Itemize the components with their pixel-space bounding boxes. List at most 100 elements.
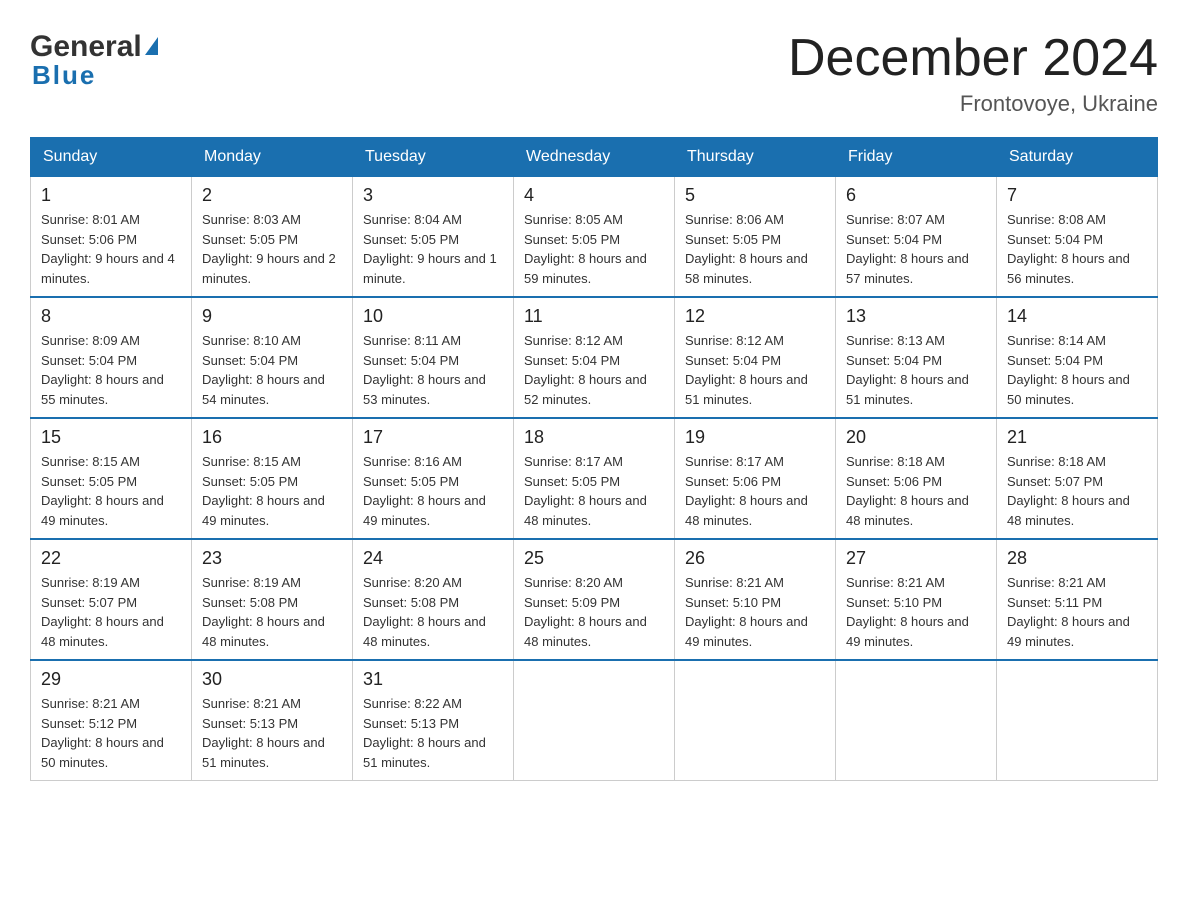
col-monday: Monday — [192, 138, 353, 177]
page-header: General Blue December 2024 Frontovoye, U… — [30, 30, 1158, 117]
day-number: 27 — [846, 548, 986, 569]
day-info: Sunrise: 8:13 AM Sunset: 5:04 PM Dayligh… — [846, 331, 986, 409]
calendar-week-row: 22 Sunrise: 8:19 AM Sunset: 5:07 PM Dayl… — [31, 539, 1158, 660]
day-info: Sunrise: 8:19 AM Sunset: 5:08 PM Dayligh… — [202, 573, 342, 651]
day-info: Sunrise: 8:21 AM Sunset: 5:10 PM Dayligh… — [685, 573, 825, 651]
day-number: 30 — [202, 669, 342, 690]
day-info: Sunrise: 8:15 AM Sunset: 5:05 PM Dayligh… — [202, 452, 342, 530]
day-info: Sunrise: 8:21 AM Sunset: 5:11 PM Dayligh… — [1007, 573, 1147, 651]
day-info: Sunrise: 8:05 AM Sunset: 5:05 PM Dayligh… — [524, 210, 664, 288]
day-info: Sunrise: 8:18 AM Sunset: 5:07 PM Dayligh… — [1007, 452, 1147, 530]
day-number: 8 — [41, 306, 181, 327]
day-number: 16 — [202, 427, 342, 448]
table-row: 12 Sunrise: 8:12 AM Sunset: 5:04 PM Dayl… — [675, 297, 836, 418]
day-info: Sunrise: 8:01 AM Sunset: 5:06 PM Dayligh… — [41, 210, 181, 288]
day-number: 26 — [685, 548, 825, 569]
table-row: 21 Sunrise: 8:18 AM Sunset: 5:07 PM Dayl… — [997, 418, 1158, 539]
title-section: December 2024 Frontovoye, Ukraine — [788, 30, 1158, 117]
day-info: Sunrise: 8:09 AM Sunset: 5:04 PM Dayligh… — [41, 331, 181, 409]
table-row: 1 Sunrise: 8:01 AM Sunset: 5:06 PM Dayli… — [31, 177, 192, 298]
day-number: 14 — [1007, 306, 1147, 327]
table-row: 6 Sunrise: 8:07 AM Sunset: 5:04 PM Dayli… — [836, 177, 997, 298]
day-info: Sunrise: 8:21 AM Sunset: 5:10 PM Dayligh… — [846, 573, 986, 651]
table-row: 7 Sunrise: 8:08 AM Sunset: 5:04 PM Dayli… — [997, 177, 1158, 298]
logo-general: General — [30, 30, 142, 64]
day-info: Sunrise: 8:21 AM Sunset: 5:12 PM Dayligh… — [41, 694, 181, 772]
table-row: 13 Sunrise: 8:13 AM Sunset: 5:04 PM Dayl… — [836, 297, 997, 418]
day-number: 31 — [363, 669, 503, 690]
logo-blue: Blue — [32, 60, 96, 91]
calendar-week-row: 15 Sunrise: 8:15 AM Sunset: 5:05 PM Dayl… — [31, 418, 1158, 539]
day-info: Sunrise: 8:21 AM Sunset: 5:13 PM Dayligh… — [202, 694, 342, 772]
month-title: December 2024 — [788, 30, 1158, 87]
day-number: 10 — [363, 306, 503, 327]
day-info: Sunrise: 8:07 AM Sunset: 5:04 PM Dayligh… — [846, 210, 986, 288]
col-tuesday: Tuesday — [353, 138, 514, 177]
day-info: Sunrise: 8:16 AM Sunset: 5:05 PM Dayligh… — [363, 452, 503, 530]
location: Frontovoye, Ukraine — [788, 91, 1158, 117]
day-number: 24 — [363, 548, 503, 569]
table-row: 24 Sunrise: 8:20 AM Sunset: 5:08 PM Dayl… — [353, 539, 514, 660]
table-row: 29 Sunrise: 8:21 AM Sunset: 5:12 PM Dayl… — [31, 660, 192, 781]
col-sunday: Sunday — [31, 138, 192, 177]
table-row: 19 Sunrise: 8:17 AM Sunset: 5:06 PM Dayl… — [675, 418, 836, 539]
table-row: 2 Sunrise: 8:03 AM Sunset: 5:05 PM Dayli… — [192, 177, 353, 298]
day-number: 20 — [846, 427, 986, 448]
day-number: 4 — [524, 185, 664, 206]
day-info: Sunrise: 8:15 AM Sunset: 5:05 PM Dayligh… — [41, 452, 181, 530]
day-info: Sunrise: 8:22 AM Sunset: 5:13 PM Dayligh… — [363, 694, 503, 772]
day-info: Sunrise: 8:12 AM Sunset: 5:04 PM Dayligh… — [685, 331, 825, 409]
col-wednesday: Wednesday — [514, 138, 675, 177]
day-number: 12 — [685, 306, 825, 327]
day-info: Sunrise: 8:12 AM Sunset: 5:04 PM Dayligh… — [524, 331, 664, 409]
table-row: 31 Sunrise: 8:22 AM Sunset: 5:13 PM Dayl… — [353, 660, 514, 781]
day-number: 11 — [524, 306, 664, 327]
col-saturday: Saturday — [997, 138, 1158, 177]
table-row: 5 Sunrise: 8:06 AM Sunset: 5:05 PM Dayli… — [675, 177, 836, 298]
table-row: 9 Sunrise: 8:10 AM Sunset: 5:04 PM Dayli… — [192, 297, 353, 418]
day-number: 25 — [524, 548, 664, 569]
table-row: 20 Sunrise: 8:18 AM Sunset: 5:06 PM Dayl… — [836, 418, 997, 539]
calendar-table: Sunday Monday Tuesday Wednesday Thursday… — [30, 137, 1158, 781]
table-row: 16 Sunrise: 8:15 AM Sunset: 5:05 PM Dayl… — [192, 418, 353, 539]
col-friday: Friday — [836, 138, 997, 177]
logo: General Blue — [30, 30, 158, 91]
table-row: 18 Sunrise: 8:17 AM Sunset: 5:05 PM Dayl… — [514, 418, 675, 539]
table-row: 25 Sunrise: 8:20 AM Sunset: 5:09 PM Dayl… — [514, 539, 675, 660]
logo-triangle-icon — [145, 37, 158, 55]
day-info: Sunrise: 8:20 AM Sunset: 5:08 PM Dayligh… — [363, 573, 503, 651]
day-number: 18 — [524, 427, 664, 448]
day-number: 21 — [1007, 427, 1147, 448]
day-number: 17 — [363, 427, 503, 448]
calendar-header-row: Sunday Monday Tuesday Wednesday Thursday… — [31, 138, 1158, 177]
day-info: Sunrise: 8:14 AM Sunset: 5:04 PM Dayligh… — [1007, 331, 1147, 409]
day-info: Sunrise: 8:11 AM Sunset: 5:04 PM Dayligh… — [363, 331, 503, 409]
table-row: 26 Sunrise: 8:21 AM Sunset: 5:10 PM Dayl… — [675, 539, 836, 660]
day-number: 15 — [41, 427, 181, 448]
table-row: 8 Sunrise: 8:09 AM Sunset: 5:04 PM Dayli… — [31, 297, 192, 418]
day-number: 2 — [202, 185, 342, 206]
day-info: Sunrise: 8:06 AM Sunset: 5:05 PM Dayligh… — [685, 210, 825, 288]
table-row — [836, 660, 997, 781]
day-number: 22 — [41, 548, 181, 569]
table-row: 27 Sunrise: 8:21 AM Sunset: 5:10 PM Dayl… — [836, 539, 997, 660]
table-row: 3 Sunrise: 8:04 AM Sunset: 5:05 PM Dayli… — [353, 177, 514, 298]
day-info: Sunrise: 8:18 AM Sunset: 5:06 PM Dayligh… — [846, 452, 986, 530]
table-row: 28 Sunrise: 8:21 AM Sunset: 5:11 PM Dayl… — [997, 539, 1158, 660]
day-number: 9 — [202, 306, 342, 327]
table-row: 17 Sunrise: 8:16 AM Sunset: 5:05 PM Dayl… — [353, 418, 514, 539]
day-info: Sunrise: 8:17 AM Sunset: 5:05 PM Dayligh… — [524, 452, 664, 530]
day-info: Sunrise: 8:08 AM Sunset: 5:04 PM Dayligh… — [1007, 210, 1147, 288]
table-row — [675, 660, 836, 781]
day-info: Sunrise: 8:20 AM Sunset: 5:09 PM Dayligh… — [524, 573, 664, 651]
table-row: 30 Sunrise: 8:21 AM Sunset: 5:13 PM Dayl… — [192, 660, 353, 781]
calendar-week-row: 1 Sunrise: 8:01 AM Sunset: 5:06 PM Dayli… — [31, 177, 1158, 298]
day-number: 28 — [1007, 548, 1147, 569]
day-number: 5 — [685, 185, 825, 206]
day-number: 29 — [41, 669, 181, 690]
table-row: 10 Sunrise: 8:11 AM Sunset: 5:04 PM Dayl… — [353, 297, 514, 418]
day-number: 6 — [846, 185, 986, 206]
day-info: Sunrise: 8:03 AM Sunset: 5:05 PM Dayligh… — [202, 210, 342, 288]
day-info: Sunrise: 8:19 AM Sunset: 5:07 PM Dayligh… — [41, 573, 181, 651]
day-number: 3 — [363, 185, 503, 206]
